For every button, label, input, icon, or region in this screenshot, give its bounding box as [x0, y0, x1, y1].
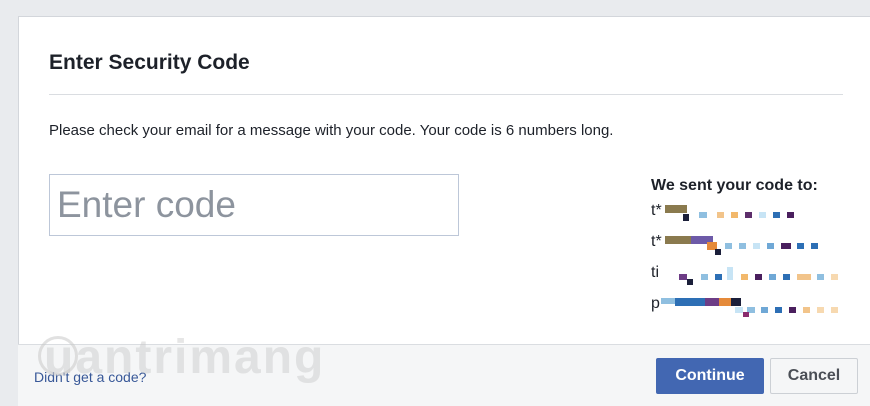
recipient-item: t*: [651, 233, 861, 264]
recipient-item: t*: [651, 202, 861, 233]
title-divider: [49, 94, 843, 95]
recipient-prefix: p: [651, 295, 660, 312]
pixelated-mask: [661, 236, 851, 255]
dialog-footer: Didn't get a code? Continue Cancel: [18, 344, 870, 406]
sent-to-block: We sent your code to: t* t* ti p: [651, 177, 861, 326]
recipient-item: ti: [651, 264, 861, 295]
cancel-button[interactable]: Cancel: [770, 358, 858, 394]
dialog-title: Enter Security Code: [49, 51, 250, 74]
pixelated-mask: [661, 298, 851, 317]
instructions-text: Please check your email for a message wi…: [49, 122, 614, 139]
pixelated-mask: [661, 267, 851, 285]
code-input[interactable]: [49, 174, 459, 236]
recipient-prefix: ti: [651, 264, 659, 281]
pixelated-mask: [661, 205, 851, 223]
continue-button[interactable]: Continue: [656, 358, 764, 394]
sent-to-title: We sent your code to:: [651, 177, 818, 194]
recipient-item: p: [651, 295, 861, 326]
didnt-get-code-link[interactable]: Didn't get a code?: [34, 369, 146, 385]
